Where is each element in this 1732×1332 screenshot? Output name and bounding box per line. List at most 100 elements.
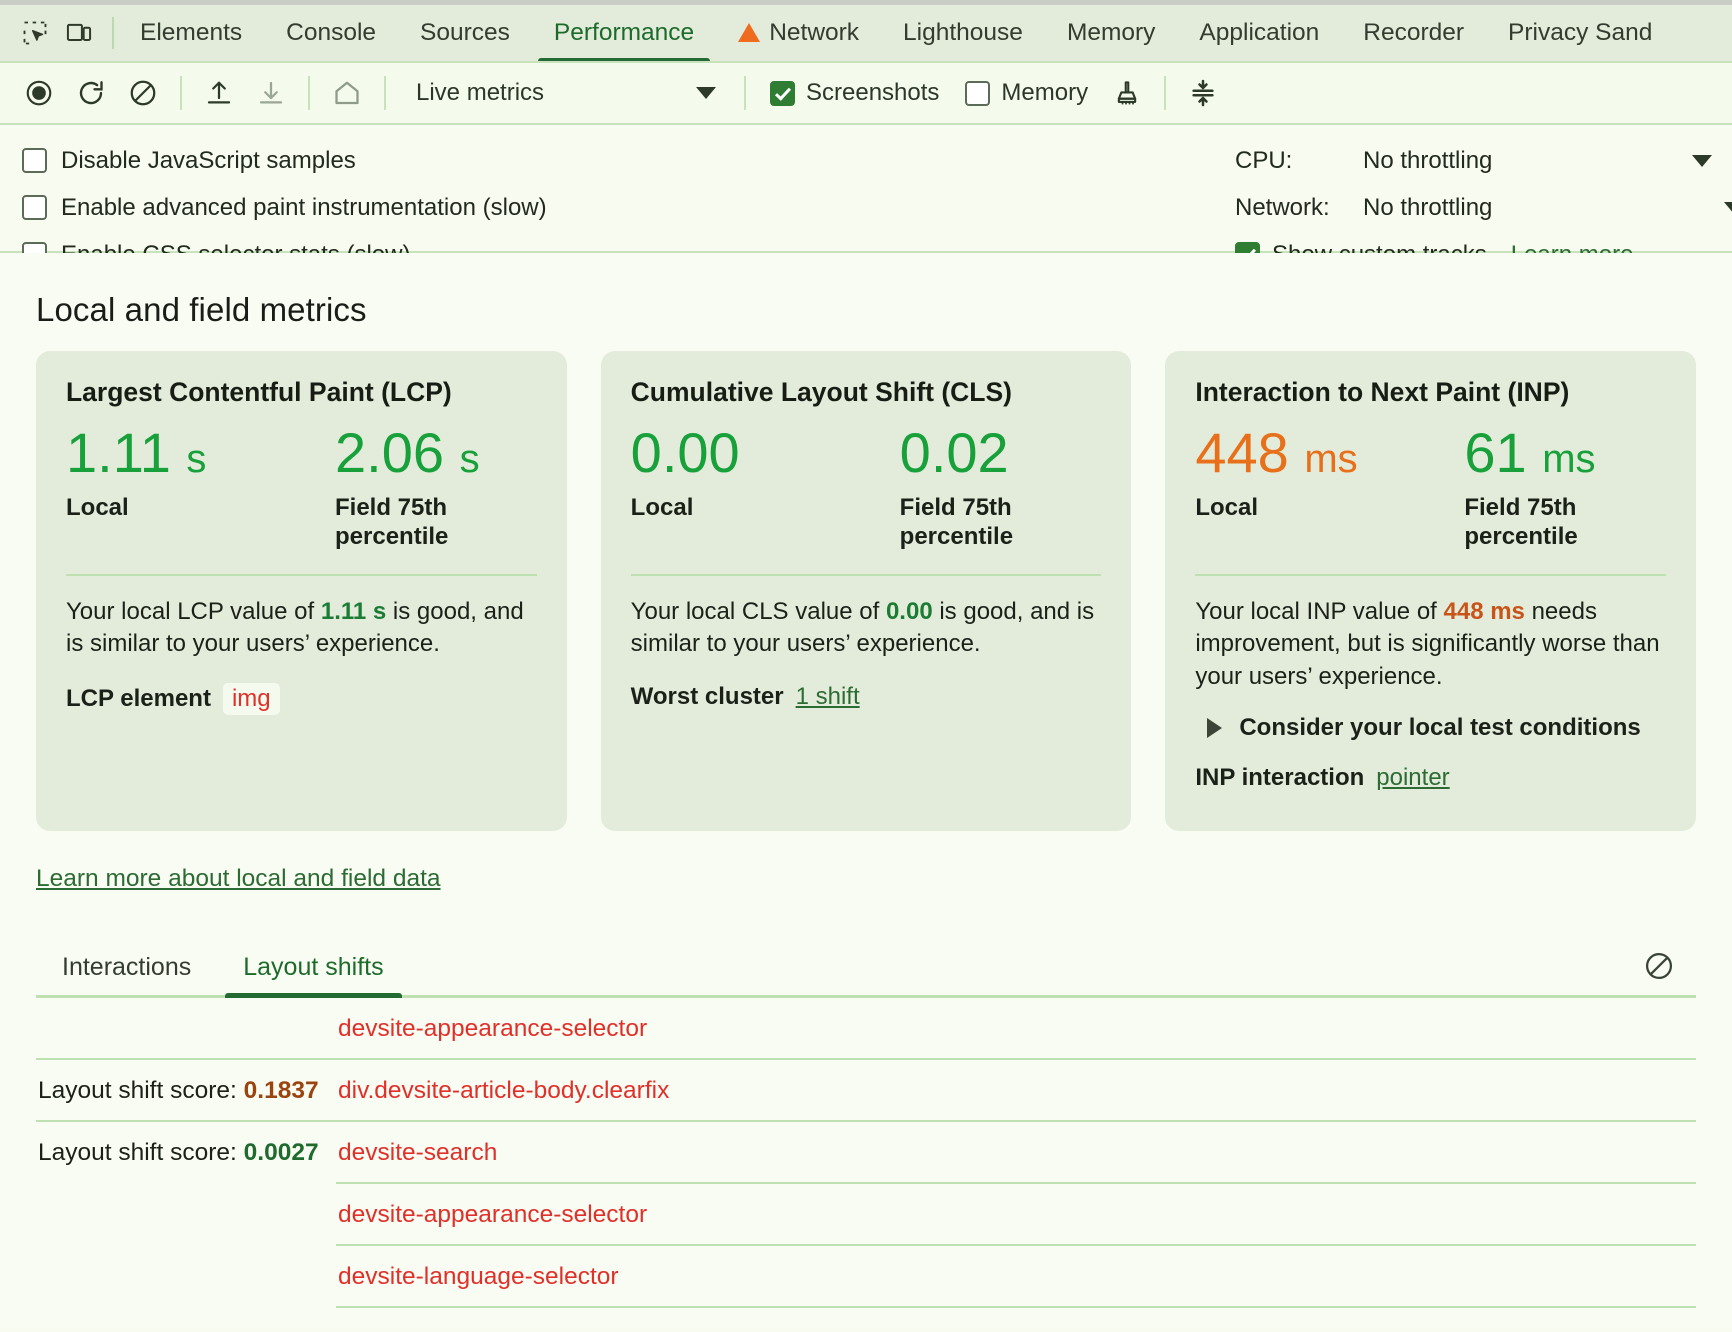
tab-sources[interactable]: Sources — [398, 5, 532, 61]
local-test-conditions-disclosure[interactable]: Consider your local test conditions — [1195, 714, 1666, 742]
local-number: 448 — [1195, 421, 1288, 484]
layout-shift-selector[interactable]: div.devsite-floating-action-buttons — [338, 1325, 1696, 1328]
local-value: 0.00 — [631, 422, 866, 485]
layout-shift-selector[interactable]: devsite-search — [338, 1139, 1696, 1167]
tab-label: Lighthouse — [903, 19, 1023, 47]
layout-shifts-table: devsite-appearance-selector Layout shift… — [36, 998, 1696, 1328]
lcp-element-node-badge[interactable]: img — [223, 683, 280, 715]
toggle-bottom-up-icon[interactable] — [1180, 70, 1226, 116]
tab-label: Performance — [554, 19, 694, 47]
score-prefix: Layout shift score: — [38, 1077, 244, 1104]
cpu-throttling-row[interactable]: CPU: No throttling — [1235, 137, 1732, 184]
layout-shift-selector[interactable]: devsite-language-selector — [338, 1263, 1696, 1291]
card-summary: Your local INP value of 448 ms needs imp… — [1195, 596, 1666, 694]
capture-settings-pane: Disable JavaScript samples Enable advanc… — [0, 125, 1732, 253]
layout-shift-selector[interactable]: devsite-appearance-selector — [338, 1201, 1696, 1229]
memory-checkbox[interactable]: Memory — [955, 79, 1098, 107]
details-tabs: Interactions Layout shifts — [36, 943, 1696, 998]
tab-label: Memory — [1067, 19, 1155, 47]
tab-performance[interactable]: Performance — [532, 5, 716, 61]
setting-disable-js-samples[interactable]: Disable JavaScript samples — [22, 137, 547, 184]
screenshots-checkbox[interactable]: Screenshots — [760, 79, 949, 107]
summary-value: 0.00 — [886, 598, 933, 625]
local-value: 1.11 s — [66, 422, 301, 485]
toolbar-divider-5 — [1164, 76, 1166, 110]
layout-shift-selector[interactable]: devsite-appearance-selector — [338, 1015, 1696, 1043]
tab-memory[interactable]: Memory — [1045, 5, 1177, 61]
network-throttling-row[interactable]: Network: No throttling — [1235, 184, 1732, 231]
inspect-element-icon[interactable] — [20, 18, 50, 48]
layout-shift-selector[interactable]: div.devsite-article-body.clearfix — [338, 1077, 1696, 1105]
collect-garbage-icon[interactable] — [1104, 70, 1150, 116]
table-row[interactable]: devsite-appearance-selector — [36, 998, 1696, 1060]
field-number: 2.06 — [335, 421, 444, 484]
table-row[interactable]: Layout shift score: 0.0027 devsite-searc… — [36, 1122, 1696, 1184]
tab-application[interactable]: Application — [1177, 5, 1341, 61]
details-section: Interactions Layout shifts devsite-appea… — [36, 943, 1696, 1328]
live-metrics-view: Local and field metrics Largest Contentf… — [0, 253, 1732, 1328]
tab-layout-shifts[interactable]: Layout shifts — [217, 953, 409, 995]
metric-card-inp: Interaction to Next Paint (INP) 448 ms L… — [1165, 351, 1696, 831]
score-value: 0.1837 — [244, 1077, 319, 1104]
tab-lighthouse[interactable]: Lighthouse — [881, 5, 1045, 61]
local-label: Local — [66, 493, 271, 523]
tab-privacy-sandbox[interactable]: Privacy Sand — [1486, 5, 1674, 61]
tab-label: Layout shifts — [243, 953, 383, 981]
tab-network[interactable]: Network — [716, 5, 881, 61]
chevron-down-icon[interactable] — [1692, 155, 1712, 167]
clear-recording-icon[interactable] — [120, 70, 166, 116]
tab-label: Application — [1199, 19, 1319, 47]
toolbar-divider — [180, 76, 182, 110]
table-row[interactable]: devsite-appearance-selector — [36, 1184, 1696, 1246]
inp-interaction-link[interactable]: pointer — [1376, 764, 1449, 792]
card-values: 448 ms Local 61 ms Field 75th percentile — [1195, 422, 1666, 552]
card-values: 1.11 s Local 2.06 s Field 75th percentil… — [66, 422, 537, 552]
field-value: 0.02 — [900, 422, 1102, 485]
metric-cards: Largest Contentful Paint (LCP) 1.11 s Lo… — [0, 351, 1732, 831]
metric-card-cls: Cumulative Layout Shift (CLS) 0.00 Local… — [601, 351, 1132, 831]
record-icon[interactable] — [16, 70, 62, 116]
disclosure-label: Consider your local test conditions — [1239, 714, 1640, 742]
tab-label: Privacy Sand — [1508, 19, 1652, 47]
screenshots-label: Screenshots — [806, 79, 939, 107]
local-label: Local — [1195, 493, 1400, 523]
checkbox-box — [22, 148, 47, 173]
panel-tabs: Elements Console Sources Performance Net… — [118, 5, 1732, 61]
field-unit: ms — [1542, 437, 1595, 481]
worst-cluster-label: Worst cluster — [631, 683, 784, 711]
field-number: 0.02 — [900, 421, 1009, 484]
tab-interactions[interactable]: Interactions — [36, 953, 217, 995]
summary-prefix: Your local CLS value of — [631, 598, 886, 625]
local-number: 1.11 — [66, 421, 171, 484]
learn-more-local-field-link[interactable]: Learn more about local and field data — [36, 865, 441, 893]
local-unit: s — [186, 437, 206, 481]
toolbar-divider-3 — [384, 76, 386, 110]
memory-label: Memory — [1001, 79, 1088, 107]
tab-label: Interactions — [62, 953, 191, 981]
tab-elements[interactable]: Elements — [118, 5, 264, 61]
clear-icon[interactable] — [1638, 945, 1680, 987]
local-value-block: 1.11 s Local — [66, 422, 301, 552]
device-toolbar-icon[interactable] — [64, 18, 94, 48]
chevron-right-icon — [1207, 718, 1222, 738]
reload-and-record-icon[interactable] — [68, 70, 114, 116]
export-profile-icon[interactable] — [248, 70, 294, 116]
tab-recorder[interactable]: Recorder — [1341, 5, 1486, 61]
table-row[interactable]: Layout shift score: 0.1837 div.devsite-a… — [36, 1060, 1696, 1122]
view-mode-select[interactable]: Live metrics — [400, 71, 730, 115]
local-value-block: 448 ms Local — [1195, 422, 1430, 552]
tabbar-divider — [112, 17, 114, 49]
setting-advanced-paint[interactable]: Enable advanced paint instrumentation (s… — [22, 184, 547, 231]
table-row[interactable]: devsite-language-selector — [36, 1246, 1696, 1308]
chevron-down-icon[interactable] — [1724, 202, 1732, 214]
warning-triangle-icon — [738, 23, 760, 42]
local-number: 0.00 — [631, 421, 740, 484]
tab-console[interactable]: Console — [264, 5, 398, 61]
worst-cluster-link[interactable]: 1 shift — [796, 683, 860, 711]
import-profile-icon[interactable] — [196, 70, 242, 116]
layout-shift-score: Layout shift score: 0.1837 — [36, 1077, 338, 1105]
field-number: 61 — [1464, 421, 1526, 484]
card-divider — [66, 574, 537, 576]
table-row[interactable]: div.devsite-floating-action-buttons — [36, 1308, 1696, 1328]
live-metrics-home-icon[interactable] — [324, 70, 370, 116]
